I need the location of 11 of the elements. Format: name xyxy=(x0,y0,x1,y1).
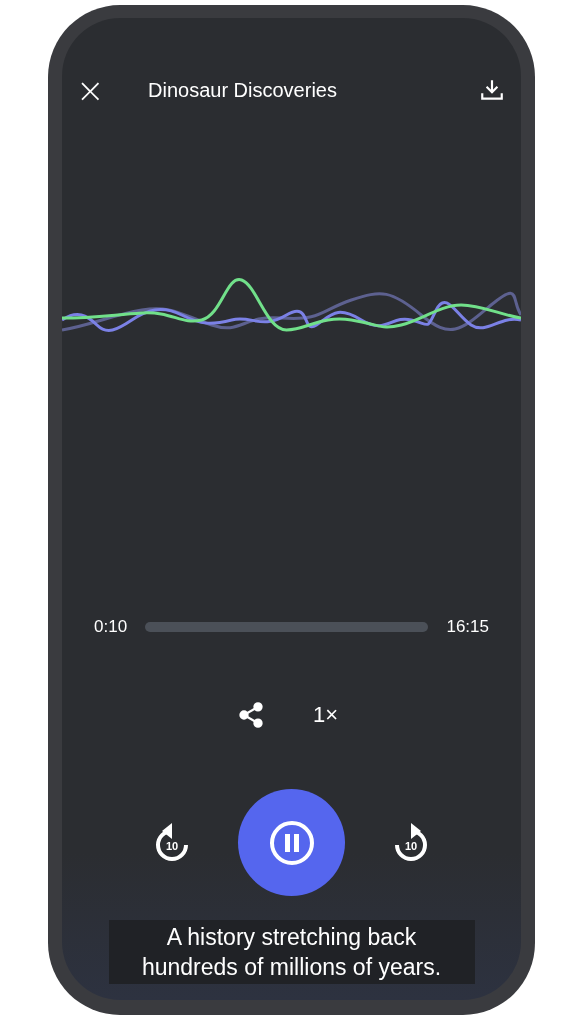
progress-track[interactable] xyxy=(145,622,429,632)
caption-text: A history stretching back hundreds of millions of years. xyxy=(108,920,475,984)
rewind-button[interactable]: 10 xyxy=(152,820,192,865)
share-icon[interactable] xyxy=(236,701,265,729)
playback-speed-button[interactable]: 1× xyxy=(312,702,339,728)
download-icon[interactable] xyxy=(479,77,505,103)
total-time: 16:15 xyxy=(446,617,489,637)
forward-button[interactable]: 10 xyxy=(391,820,431,865)
episode-title: Dinosaur Discoveries xyxy=(148,78,338,102)
elapsed-time: 0:10 xyxy=(94,617,128,637)
close-button[interactable]: × xyxy=(76,73,102,107)
